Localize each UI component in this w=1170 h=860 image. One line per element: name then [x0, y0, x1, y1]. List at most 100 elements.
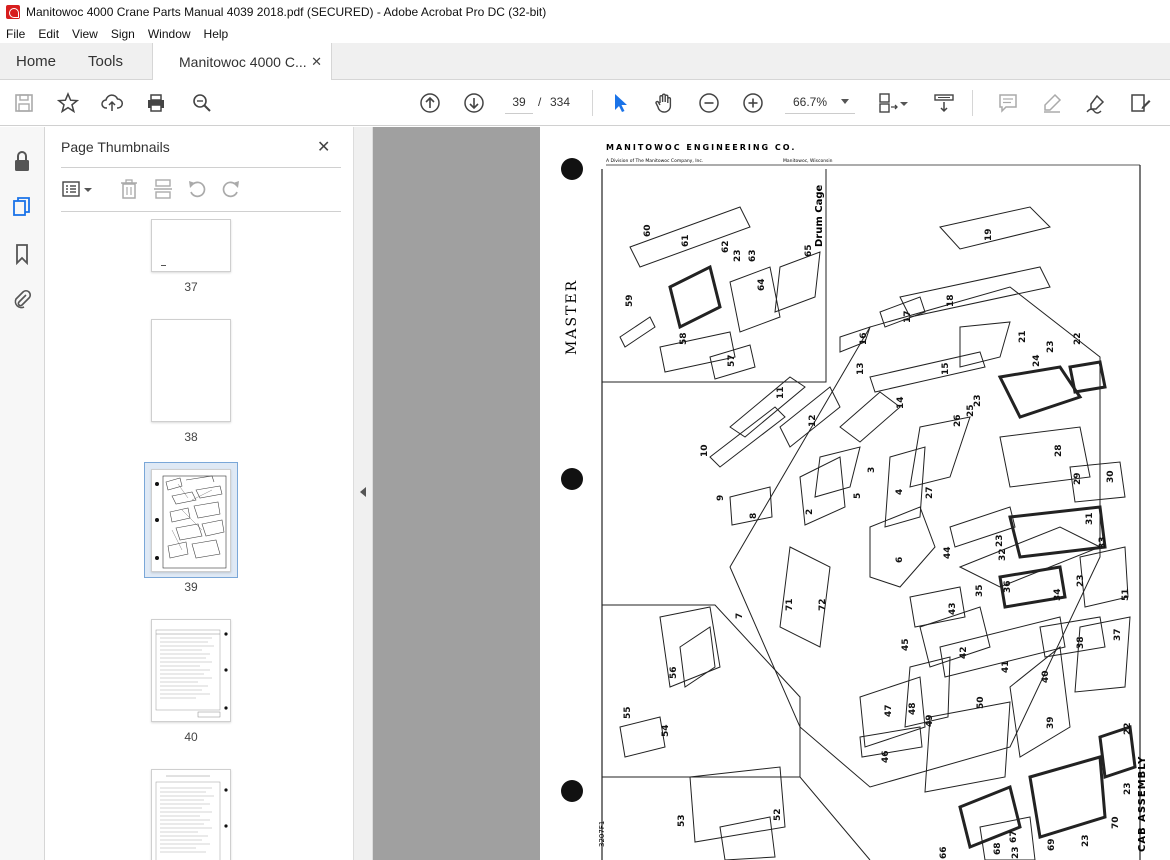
- navigation-rail: [0, 127, 45, 860]
- sign-pen-icon[interactable]: [1084, 91, 1108, 115]
- part-number-label: 13: [856, 362, 866, 375]
- lock-icon[interactable]: [10, 149, 34, 173]
- part-number-label: 26: [953, 414, 963, 427]
- page-thumbnail[interactable]: [151, 319, 231, 422]
- document-canvas[interactable]: MANITOWOC ENGINEERING CO. A Division of …: [373, 127, 1170, 860]
- insert-page-icon[interactable]: [151, 177, 175, 201]
- part-number-label: 9: [716, 495, 726, 501]
- part-number-label: 23: [995, 534, 1005, 547]
- hand-tool-icon[interactable]: [652, 91, 676, 115]
- chevron-down-icon: [841, 99, 849, 104]
- header-company: MANITOWOC ENGINEERING CO.: [606, 143, 796, 152]
- panel-divider: [61, 211, 341, 212]
- part-number-label: 37: [1113, 628, 1123, 641]
- part-number-label: 23: [1046, 340, 1056, 353]
- menu-help[interactable]: Help: [204, 27, 229, 41]
- print-icon[interactable]: [144, 91, 168, 115]
- zoom-search-icon[interactable]: [190, 91, 214, 115]
- page-thumbnail[interactable]: [151, 619, 231, 722]
- part-number-label: 66: [939, 846, 949, 859]
- tab-document-label: Manitowoc 4000 C...: [179, 54, 307, 70]
- part-number-label: 16: [859, 332, 869, 345]
- page-thumbnail[interactable]: [151, 769, 231, 860]
- tab-close-icon[interactable]: ✕: [311, 54, 322, 70]
- part-number-label: 68: [993, 842, 1003, 855]
- collapse-panel-arrow-icon[interactable]: [360, 487, 366, 497]
- page-separator: /: [538, 95, 542, 109]
- tab-bar: Home Tools Manitowoc 4000 C... ✕: [0, 43, 1170, 81]
- edit-pdf-icon[interactable]: [1128, 91, 1152, 115]
- part-number-label: 5: [853, 493, 863, 499]
- select-cursor-icon[interactable]: [608, 91, 632, 115]
- page-number-input[interactable]: 39: [505, 90, 533, 114]
- attachments-paperclip-icon[interactable]: [10, 287, 34, 311]
- part-number-label: 11: [776, 386, 786, 399]
- bookmarks-icon[interactable]: [10, 242, 34, 266]
- part-number-label: 43: [948, 602, 958, 615]
- pdf-page[interactable]: MANITOWOC ENGINEERING CO. A Division of …: [540, 127, 1170, 860]
- save-icon[interactable]: [12, 91, 36, 115]
- rotate-clockwise-icon[interactable]: [219, 177, 243, 201]
- tab-document[interactable]: Manitowoc 4000 C... ✕: [152, 43, 332, 81]
- acrobat-logo-icon: [6, 5, 20, 19]
- page-display-icon[interactable]: [876, 91, 900, 115]
- menu-file[interactable]: File: [6, 27, 25, 41]
- part-number-label: 2: [805, 509, 815, 515]
- delete-page-icon[interactable]: [117, 177, 141, 201]
- previous-page-icon[interactable]: [418, 91, 442, 115]
- menu-edit[interactable]: Edit: [38, 27, 59, 41]
- zoom-level-dropdown[interactable]: 66.7%: [785, 90, 855, 114]
- highlight-pen-icon[interactable]: [1040, 91, 1064, 115]
- menu-bar: File Edit View Sign Window Help: [0, 24, 1170, 43]
- part-number-label: 57: [727, 354, 737, 367]
- upload-cloud-icon[interactable]: [100, 91, 124, 115]
- part-number-label: 7: [735, 613, 745, 619]
- rotate-counterclockwise-icon[interactable]: [185, 177, 209, 201]
- main-toolbar: 39 / 334 66.7%: [0, 80, 1170, 126]
- part-number-label: 6: [895, 557, 905, 563]
- part-number-label: 50: [976, 696, 986, 709]
- part-number-label: 17: [903, 310, 913, 323]
- part-number-label: 41: [1001, 660, 1011, 673]
- page-thumbnails-panel: Page Thumbnails ✕ 37 38 39 40: [45, 127, 391, 860]
- thumbnail-page-label: 39: [184, 580, 198, 594]
- zoom-in-icon[interactable]: [741, 91, 765, 115]
- part-number-label: 35: [975, 584, 985, 597]
- bookmark-star-icon[interactable]: [56, 91, 80, 115]
- part-number-label: 15: [941, 362, 951, 375]
- part-number-label: 32: [998, 548, 1008, 561]
- part-number-label: 22: [1073, 332, 1083, 345]
- part-number-label: 8: [749, 513, 759, 519]
- menu-sign[interactable]: Sign: [111, 27, 135, 41]
- part-number-label: 69: [1047, 838, 1057, 851]
- part-number-label: 14: [896, 396, 906, 409]
- zoom-out-icon[interactable]: [697, 91, 721, 115]
- part-number-label: 54: [661, 724, 671, 737]
- zoom-level-value: 66.7%: [793, 94, 828, 109]
- panel-close-icon[interactable]: ✕: [317, 137, 330, 157]
- page-thumbnail[interactable]: [151, 219, 231, 272]
- scroll-mode-icon[interactable]: [932, 91, 956, 115]
- menu-view[interactable]: View: [72, 27, 98, 41]
- menu-window[interactable]: Window: [148, 27, 191, 41]
- next-page-icon[interactable]: [462, 91, 486, 115]
- panel-splitter[interactable]: [353, 127, 373, 860]
- header-city: Manitowoc, Wisconsin: [783, 158, 833, 164]
- page-thumbnails-icon[interactable]: [10, 195, 34, 219]
- thumbnail-options-icon[interactable]: [61, 177, 95, 201]
- page-thumbnail-selected[interactable]: [151, 469, 231, 572]
- page-display-caret-icon[interactable]: [898, 91, 910, 115]
- part-number-label: 36: [1003, 580, 1013, 593]
- part-number-label: 34: [1053, 588, 1063, 601]
- part-number-label: 58: [679, 332, 689, 345]
- part-number-label: 23: [1076, 574, 1086, 587]
- part-number-label: 62: [721, 240, 731, 253]
- tab-tools[interactable]: Tools: [88, 43, 123, 80]
- comment-icon[interactable]: [996, 91, 1020, 115]
- thumbnail-page-label: 40: [184, 730, 198, 744]
- part-number-label: 23: [733, 249, 743, 262]
- part-number-label: 60: [643, 224, 653, 237]
- tab-home[interactable]: Home: [16, 43, 56, 80]
- part-number-label: 61: [681, 234, 691, 247]
- inset-title: Drum Cage: [814, 185, 825, 247]
